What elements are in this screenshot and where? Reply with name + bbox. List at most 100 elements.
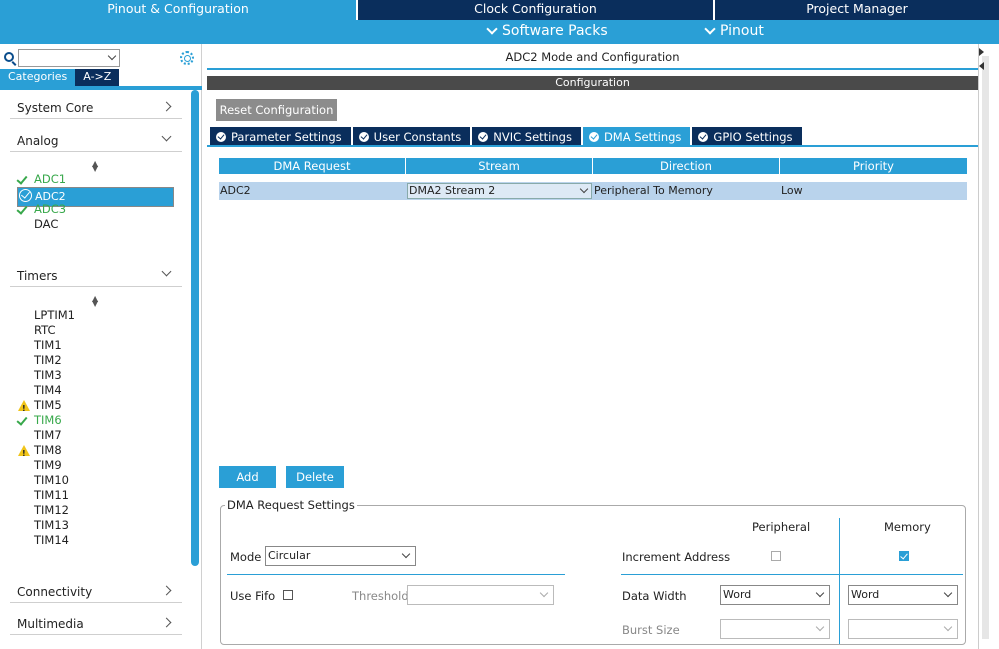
use-fifo-checkbox[interactable] [283, 590, 293, 600]
list-item-label: TIM10 [34, 473, 69, 487]
list-item-dac[interactable]: DAC [17, 217, 174, 232]
scrollbar-thumb[interactable] [982, 56, 989, 639]
list-item-tim5[interactable]: TIM5 [17, 398, 174, 416]
sort-icon[interactable]: ▲ ▼ [92, 160, 98, 173]
tab-gpio-settings[interactable]: GPIO Settings [692, 127, 802, 146]
list-item-label: TIM11 [34, 488, 69, 502]
list-item-tim1[interactable]: TIM1 [17, 338, 174, 353]
tab-user-constants[interactable]: User Constants [352, 127, 471, 146]
list-item-label: TIM1 [34, 338, 62, 352]
section-timers[interactable]: Timers [10, 263, 182, 287]
list-item-lptim1[interactable]: LPTIM1 [17, 308, 174, 323]
check-circle-icon [19, 189, 32, 202]
expand-icon[interactable] [979, 48, 984, 56]
list-item-label: ADC3 [34, 202, 67, 216]
list-item-tim2[interactable]: TIM2 [17, 353, 174, 368]
list-item-tim13[interactable]: TIM13 [17, 518, 174, 533]
check-icon [16, 173, 28, 185]
sub-menu-bar: Software Packs Pinout [0, 20, 999, 44]
peripheral-increment-checkbox[interactable] [771, 551, 781, 561]
data-width-label: Data Width [622, 589, 687, 603]
section-label: Analog [17, 134, 59, 148]
config-panel: ADC2 Mode and Configuration Configuratio… [207, 44, 978, 649]
list-item-tim7[interactable]: TIM7 [17, 428, 174, 443]
add-button[interactable]: Add [219, 466, 276, 488]
search-row [0, 47, 202, 69]
table-row[interactable]: ADC2 DMA2 Stream 2 Peripheral To Memory … [219, 182, 967, 200]
search-input[interactable] [18, 49, 120, 67]
peripheral-burst-select[interactable] [720, 619, 830, 639]
reset-configuration-button[interactable]: Reset Configuration [216, 99, 337, 121]
right-scrollbar[interactable] [978, 44, 999, 649]
search-icon[interactable] [4, 52, 14, 62]
list-item-tim8[interactable]: TIM8 [17, 443, 174, 461]
chevron-right-icon [161, 101, 172, 112]
check-icon [16, 203, 28, 215]
pinout-menu[interactable]: Pinout [704, 23, 764, 39]
software-packs-menu[interactable]: Software Packs [486, 23, 608, 39]
delete-button[interactable]: Delete [286, 466, 344, 488]
list-item-adc1[interactable]: ADC1 [16, 172, 174, 187]
threshold-label: Threshold [352, 589, 409, 603]
tab-categories[interactable]: Categories [0, 69, 76, 86]
chevron-down-icon [486, 23, 498, 35]
collapse-icon[interactable] [979, 62, 984, 70]
list-item-tim10[interactable]: TIM10 [17, 473, 174, 488]
tab-clock-configuration[interactable]: Clock Configuration [358, 0, 715, 20]
tab-nvic-settings[interactable]: NVIC Settings [472, 127, 581, 146]
peripheral-data-width-select[interactable]: Word [720, 585, 830, 605]
tab-dma-settings[interactable]: DMA Settings [582, 127, 691, 146]
tab-parameter-settings[interactable]: Parameter Settings [210, 127, 351, 146]
list-item-tim3[interactable]: TIM3 [17, 368, 174, 383]
gear-icon[interactable] [180, 51, 194, 65]
section-connectivity[interactable]: Connectivity [10, 579, 182, 603]
tab-a-to-z[interactable]: A->Z [75, 69, 120, 86]
dma-table: DMA Request Stream Direction Priority AD… [219, 158, 967, 200]
chevron-down-icon [943, 622, 953, 632]
list-item-tim4[interactable]: TIM4 [17, 383, 174, 398]
chevron-right-icon [161, 617, 172, 628]
column-header[interactable]: Priority [780, 158, 967, 174]
list-item-tim12[interactable]: TIM12 [17, 503, 174, 518]
column-header[interactable]: Direction [593, 158, 780, 174]
stream-select[interactable]: DMA2 Stream 2 [407, 183, 592, 199]
list-item-rtc[interactable]: RTC [17, 323, 174, 338]
list-item-tim11[interactable]: TIM11 [17, 488, 174, 503]
memory-header: Memory [884, 520, 931, 534]
memory-burst-select[interactable] [848, 619, 958, 639]
list-item-label: TIM3 [34, 368, 62, 382]
tab-label: Parameter Settings [231, 129, 342, 144]
use-fifo-label: Use Fifo [230, 589, 276, 603]
list-item-label: TIM13 [34, 518, 69, 532]
list-item-tim14[interactable]: TIM14 [17, 533, 174, 548]
memory-increment-checkbox[interactable] [899, 551, 909, 561]
cell-direction: Peripheral To Memory [594, 184, 713, 197]
fieldset-legend: DMA Request Settings [225, 498, 357, 512]
section-label: System Core [17, 101, 94, 115]
burst-size-label: Burst Size [622, 623, 680, 637]
section-label: Timers [17, 269, 58, 283]
left-scrollbar[interactable] [191, 90, 199, 566]
software-packs-label: Software Packs [502, 23, 608, 39]
threshold-select[interactable] [407, 585, 554, 605]
mode-select[interactable]: Circular [265, 546, 416, 566]
tab-pinout-configuration[interactable]: Pinout & Configuration [0, 0, 358, 20]
check-icon [16, 414, 28, 426]
section-label: Multimedia [17, 617, 84, 631]
chevron-down-icon [815, 622, 825, 632]
chevron-down-icon [107, 51, 117, 61]
list-item-adc3[interactable]: ADC3 [16, 202, 174, 217]
list-item-tim6[interactable]: TIM6 [16, 413, 174, 428]
list-item-tim9[interactable]: TIM9 [17, 458, 174, 473]
sort-icon[interactable]: ▲ ▼ [92, 295, 98, 308]
section-multimedia[interactable]: Multimedia [10, 611, 182, 635]
category-tabs: Categories A->Z [0, 69, 120, 86]
page-title: ADC2 Mode and Configuration [505, 50, 680, 64]
tab-project-manager[interactable]: Project Manager [715, 0, 999, 20]
section-analog[interactable]: Analog [10, 128, 182, 152]
memory-data-width-select[interactable]: Word [848, 585, 958, 605]
column-header[interactable]: DMA Request [219, 158, 406, 174]
column-header[interactable]: Stream [406, 158, 593, 174]
mode-label: Mode [230, 550, 262, 564]
section-system-core[interactable]: System Core [10, 95, 182, 119]
